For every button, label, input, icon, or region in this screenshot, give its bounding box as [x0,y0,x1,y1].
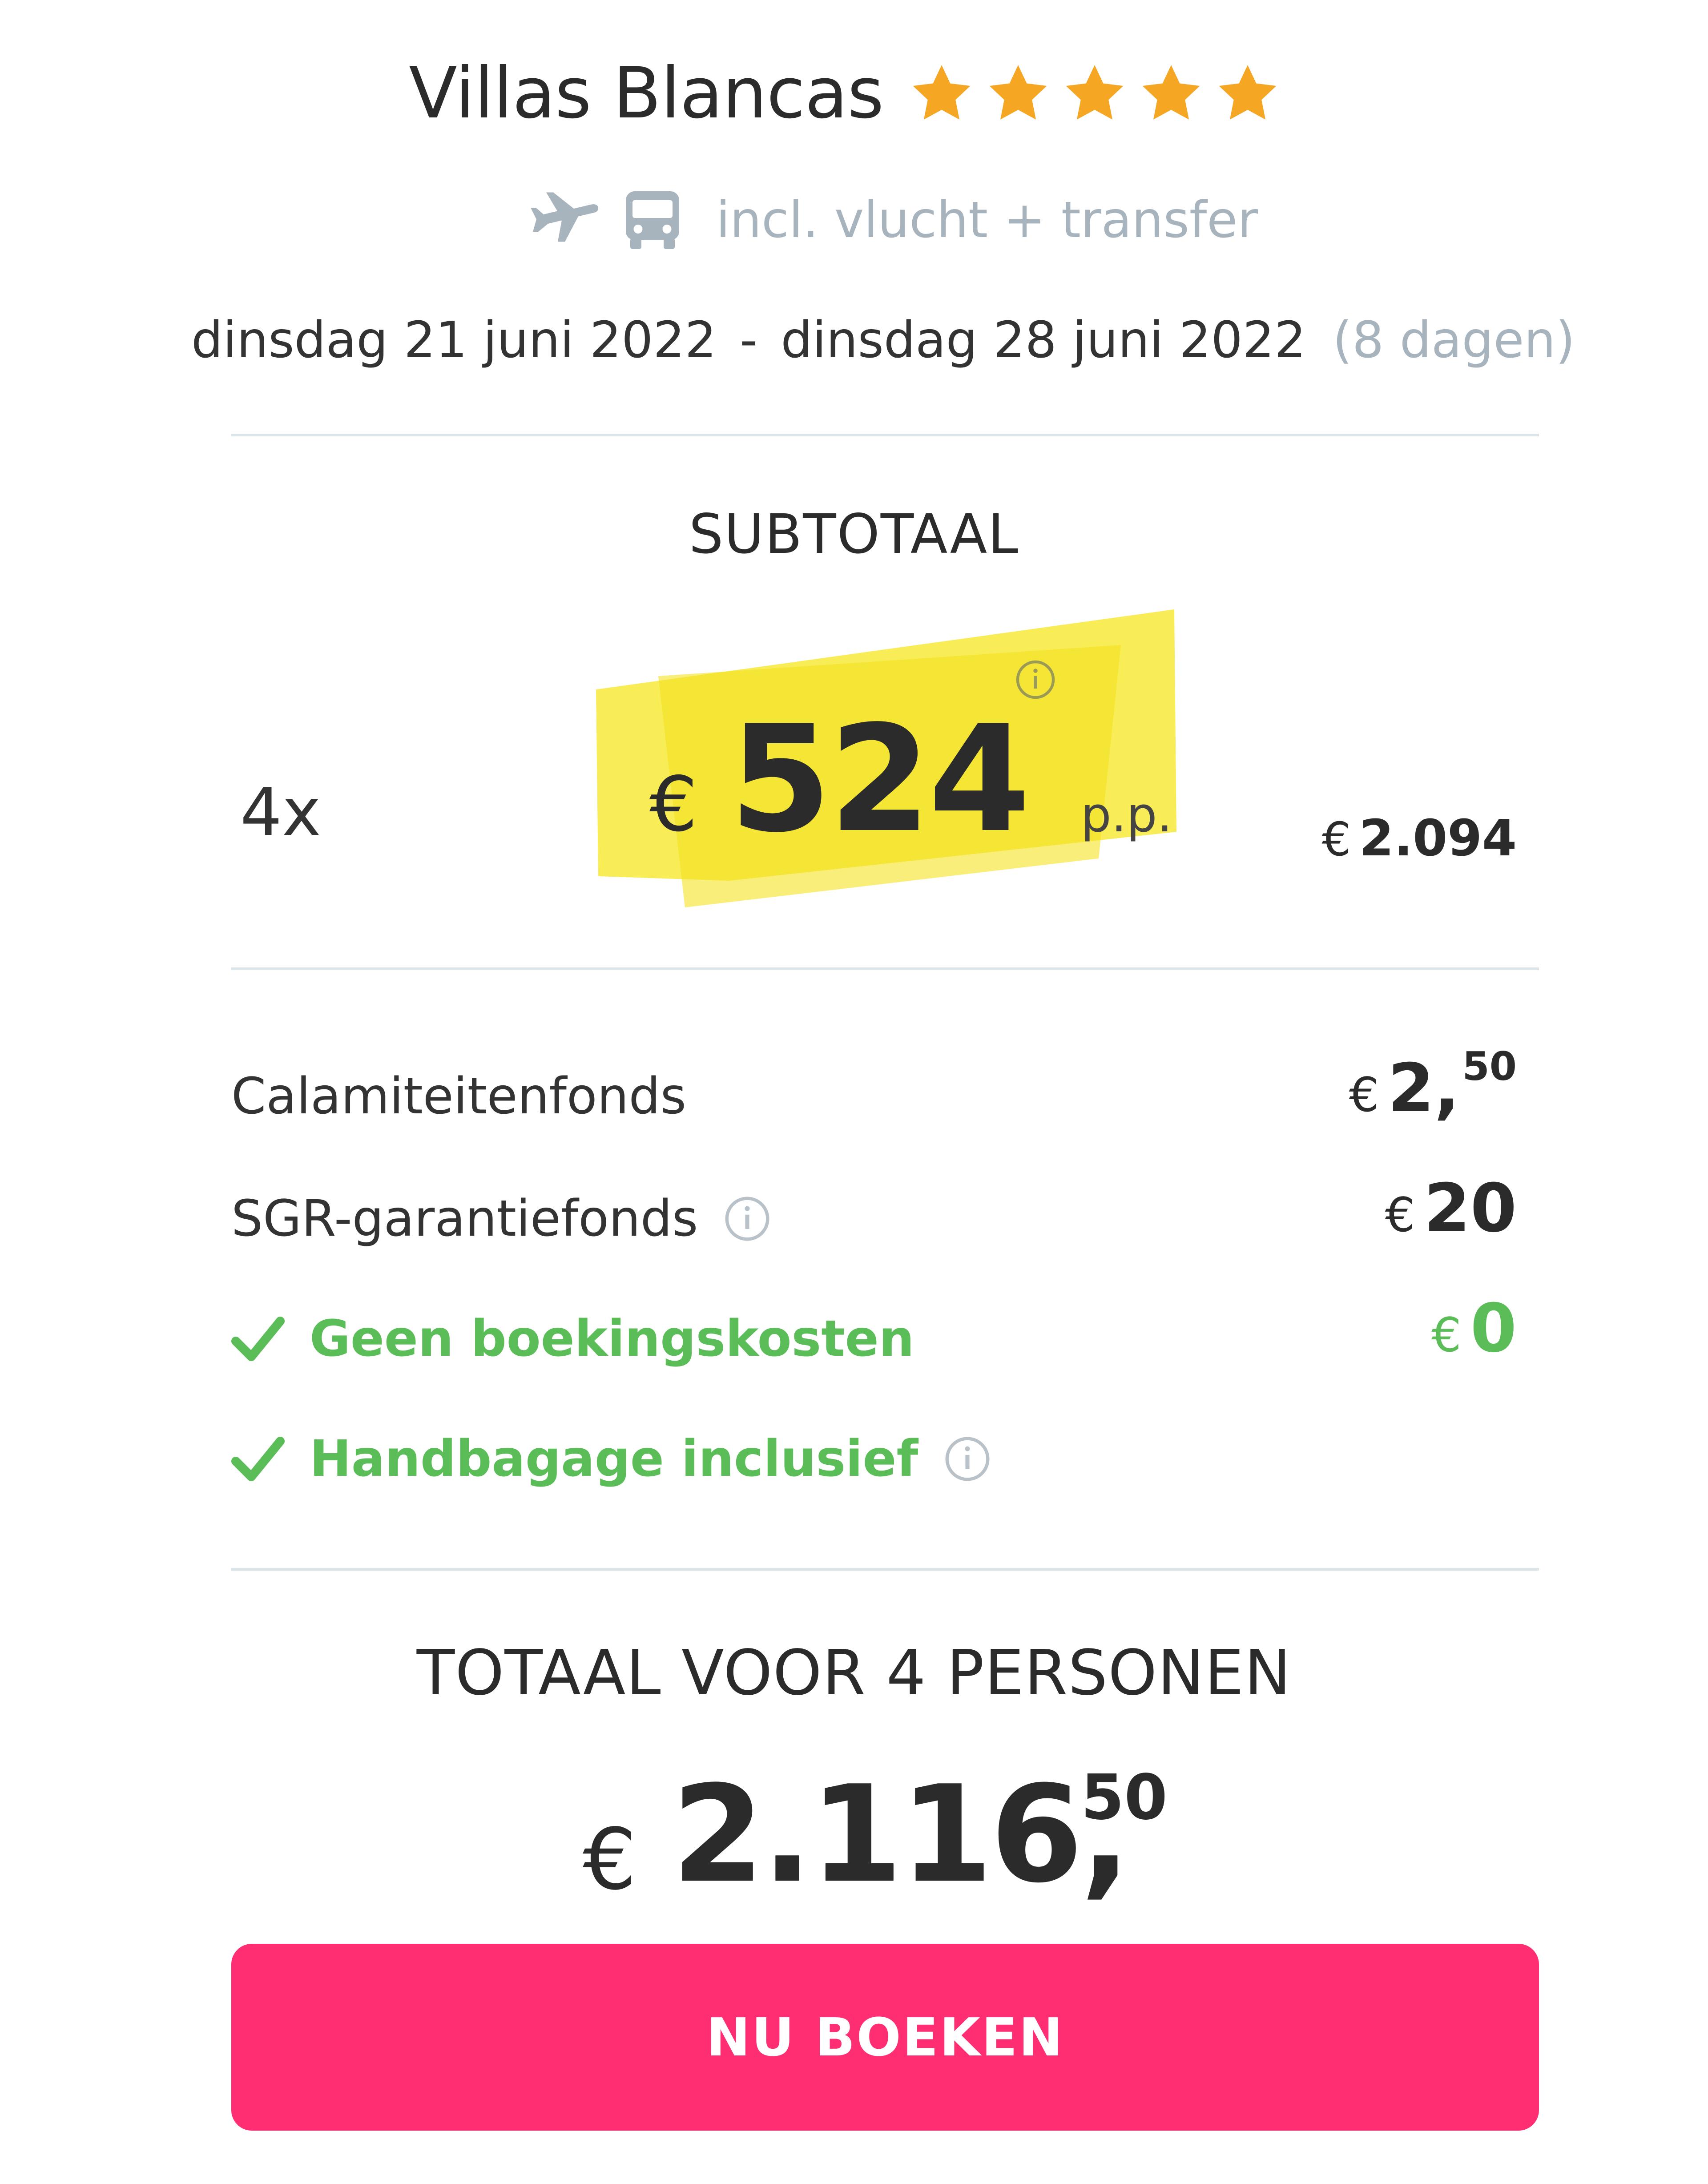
book-now-button[interactable]: NU BOEKEN [231,1944,1539,2131]
info-icon[interactable] [723,1194,772,1243]
divider [231,967,1539,970]
subtotal-value: 2.094 [1359,810,1517,867]
check-icon [231,1435,285,1483]
subtotal-label: SUBTOTAAL [689,503,1019,566]
amount-value: 0 [1470,1290,1517,1367]
title-row: Villas Blancas [0,42,1708,145]
star-icon [1061,60,1128,127]
subtotal-amount: €2.094 [1322,810,1517,867]
trip-duration: (8 dagen) [1333,311,1575,369]
currency-symbol: € [1385,1188,1415,1242]
star-icon [1214,60,1281,127]
cost-line-label: Handbagage inclusief [310,1430,918,1488]
currency-symbol: € [1349,1068,1379,1122]
travel-dates: dinsdag 21 juni 2022 - dinsdag 28 juni 2… [191,307,1575,374]
total-label: TOTAAL VOOR 4 PERSONEN [416,1637,1292,1709]
amount-value: 20 [1424,1170,1517,1247]
bus-icon [624,187,681,254]
subtotal-currency: € [1321,812,1351,866]
star-icon [985,60,1051,127]
cost-line-label: Geen boekingskosten [310,1310,914,1368]
total-decimals: 50 [1081,1761,1168,1834]
per-person-suffix: p.p. [1081,787,1172,843]
total-amount: 2.116, [672,1757,1131,1912]
booking-summary-card: Villas Blancas incl. vlucht + transfer d… [0,0,1708,2184]
divider [231,1568,1539,1571]
booking-fee-amount: €0 [1431,1290,1517,1367]
amount-value: 2, [1388,1050,1460,1127]
price-per-person: 524 [729,694,1031,865]
sgr-fund-amount: €20 [1385,1170,1517,1247]
currency-symbol: € [1431,1308,1462,1362]
cost-line-label: Calamiteitenfonds [231,1068,686,1125]
booking-fee-label: Geen boekingskosten [231,1310,914,1368]
amount-decimals: 50 [1462,1044,1517,1089]
check-icon [231,1314,285,1363]
info-icon[interactable] [943,1435,992,1483]
end-date: dinsdag 28 juni 2022 [781,311,1306,369]
includes-text: incl. vlucht + transfer [716,191,1258,249]
hotel-name[interactable]: Villas Blancas [409,52,884,134]
calamity-fund-amount: €2,50 [1349,1044,1517,1127]
date-separator: - [739,311,758,369]
star-icon [1138,60,1204,127]
star-rating [908,60,1281,127]
price-currency: € [649,761,698,849]
cost-line-label: SGR-garantiefonds [231,1190,698,1248]
star-icon [908,60,975,127]
sgr-fund-label: SGR-garantiefonds [231,1190,772,1248]
hand-luggage-label: Handbagage inclusief [231,1430,992,1488]
person-quantity: 4x [240,774,321,850]
start-date: dinsdag 21 juni 2022 [191,311,717,369]
plane-icon [525,187,600,254]
total-currency: € [583,1810,636,1909]
calamity-fund-label: Calamiteitenfonds [231,1068,686,1125]
includes-row: incl. vlucht + transfer [525,182,1258,258]
divider [231,434,1539,436]
